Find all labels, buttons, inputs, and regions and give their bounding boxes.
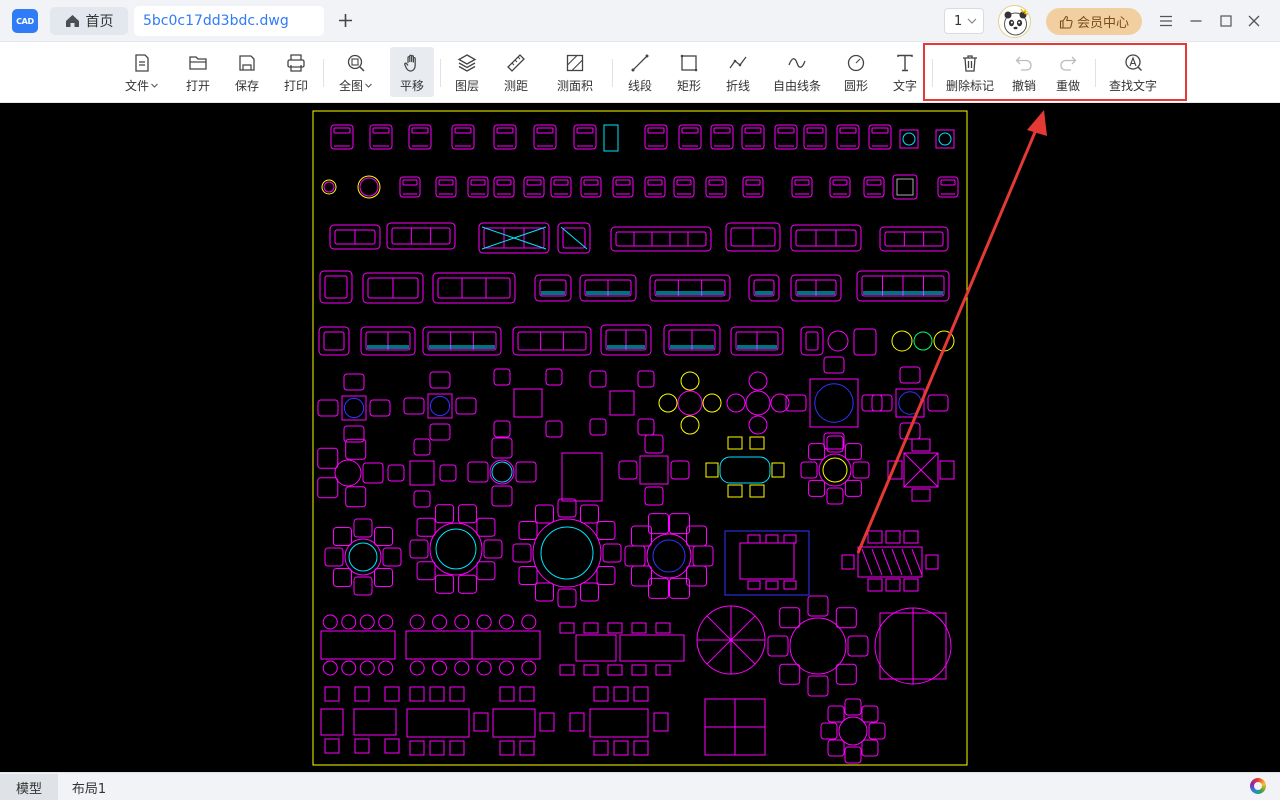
ruler-icon [507, 54, 525, 72]
vip-center-label: 会员中心 [1076, 16, 1129, 31]
tool-file-label: 文件 [124, 79, 149, 93]
tool-pan[interactable]: 平移 [390, 47, 434, 97]
file-icon [135, 54, 149, 72]
minimize-icon [1190, 20, 1202, 22]
cad-drawing[interactable] [0, 103, 1280, 772]
save-icon [239, 55, 255, 71]
vip-center-button[interactable]: 会员中心 [1046, 8, 1142, 35]
add-tab-button[interactable] [334, 8, 356, 32]
tool-freehand[interactable]: 自由线条 [768, 47, 826, 97]
chevron-down-icon [151, 83, 158, 88]
layers-icon [457, 54, 477, 72]
home-icon [65, 15, 79, 27]
maximize-icon [1220, 15, 1232, 27]
minimize-button[interactable] [1186, 11, 1206, 31]
furniture-blocks [317, 124, 959, 764]
avatar[interactable] [998, 5, 1031, 38]
tool-line-segment-label: 线段 [627, 79, 652, 93]
tab-home-label: 首页 [85, 14, 114, 30]
tool-freehand-label: 自由线条 [772, 79, 821, 93]
zoom-extent-icon [347, 54, 365, 72]
folder-open-icon [189, 56, 207, 70]
printer-icon [287, 54, 305, 72]
freehand-icon [788, 58, 806, 68]
line-segment-icon [631, 54, 649, 72]
chevron-down-icon [365, 83, 372, 88]
close-icon [1248, 15, 1260, 27]
tool-measure-distance-label: 测距 [503, 79, 528, 93]
drawing-frame [312, 110, 968, 766]
tab-layout1[interactable]: 布局1 [58, 774, 120, 800]
chevron-down-icon [967, 18, 977, 24]
plus-icon [338, 13, 352, 27]
area-measure-icon [566, 54, 584, 72]
tool-circle[interactable]: 圆形 [836, 47, 876, 97]
loading-indicator-icon [1250, 778, 1266, 794]
tab-home[interactable]: 首页 [50, 7, 128, 35]
tab-file-label: 5bc0c17dd3bdc.dwg [143, 13, 289, 29]
tool-open-label: 打开 [185, 79, 210, 93]
tab-layout1-label: 布局1 [71, 781, 107, 797]
tab-model-label: 模型 [15, 781, 42, 797]
tool-zoom-extent-label: 全图 [338, 79, 363, 93]
annotation-highlight-box [923, 43, 1187, 101]
maximize-button[interactable] [1216, 11, 1236, 31]
toolbar-divider [323, 59, 324, 87]
tool-open[interactable]: 打开 [178, 47, 218, 97]
polyline-icon [729, 56, 747, 69]
tool-save-label: 保存 [234, 79, 259, 93]
tool-pan-label: 平移 [399, 79, 424, 93]
tool-circle-label: 圆形 [843, 79, 868, 93]
layout-tab-bar: 模型 布局1 [0, 772, 1280, 800]
close-button[interactable] [1244, 11, 1264, 31]
title-bar: CAD 首页 5bc0c17dd3bdc.dwg 1 会员中心 [0, 0, 1280, 42]
tab-model[interactable]: 模型 [0, 774, 58, 800]
hand-pan-icon [404, 54, 416, 72]
app-logo: CAD [12, 9, 38, 33]
tool-text-label: 文字 [892, 79, 917, 93]
tool-layers-label: 图层 [454, 79, 479, 93]
panda-avatar-icon [1004, 8, 1029, 36]
tab-file[interactable]: 5bc0c17dd3bdc.dwg [134, 6, 324, 36]
tool-polyline[interactable]: 折线 [718, 47, 758, 97]
tool-file-menu[interactable]: 文件 [117, 47, 167, 97]
tool-rectangle-label: 矩形 [676, 79, 701, 93]
rectangle-icon [680, 54, 698, 72]
tool-layers[interactable]: 图层 [447, 47, 487, 97]
tool-zoom-extent[interactable]: 全图 [333, 47, 379, 97]
tool-polyline-label: 折线 [725, 79, 750, 93]
tool-measure-area[interactable]: 测面积 [550, 47, 600, 97]
page-select[interactable]: 1 [944, 8, 984, 34]
circle-icon [847, 54, 865, 72]
tool-save[interactable]: 保存 [227, 47, 267, 97]
tool-measure-distance[interactable]: 测距 [496, 47, 536, 97]
page-select-value: 1 [954, 13, 963, 29]
tool-print-label: 打印 [283, 79, 308, 93]
tool-measure-area-label: 测面积 [556, 79, 593, 93]
menu-button[interactable] [1156, 11, 1176, 31]
toolbar-divider [440, 59, 441, 87]
drawing-canvas[interactable] [0, 103, 1280, 772]
tool-rectangle[interactable]: 矩形 [669, 47, 709, 97]
thumbs-up-icon [1059, 15, 1073, 29]
hamburger-menu-icon [1160, 15, 1172, 27]
tool-print[interactable]: 打印 [276, 47, 316, 97]
tool-text[interactable]: 文字 [885, 47, 925, 97]
toolbar-divider [612, 59, 613, 87]
tool-line-segment[interactable]: 线段 [620, 47, 660, 97]
text-icon [897, 54, 913, 72]
